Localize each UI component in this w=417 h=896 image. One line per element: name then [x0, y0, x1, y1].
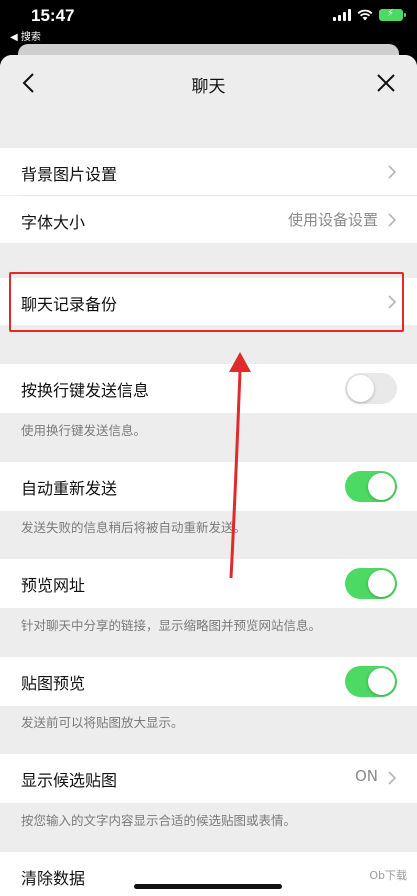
home-indicator[interactable]	[134, 884, 282, 889]
watermark: Ob下载	[369, 869, 407, 882]
red-arrow-annotation	[229, 352, 251, 579]
